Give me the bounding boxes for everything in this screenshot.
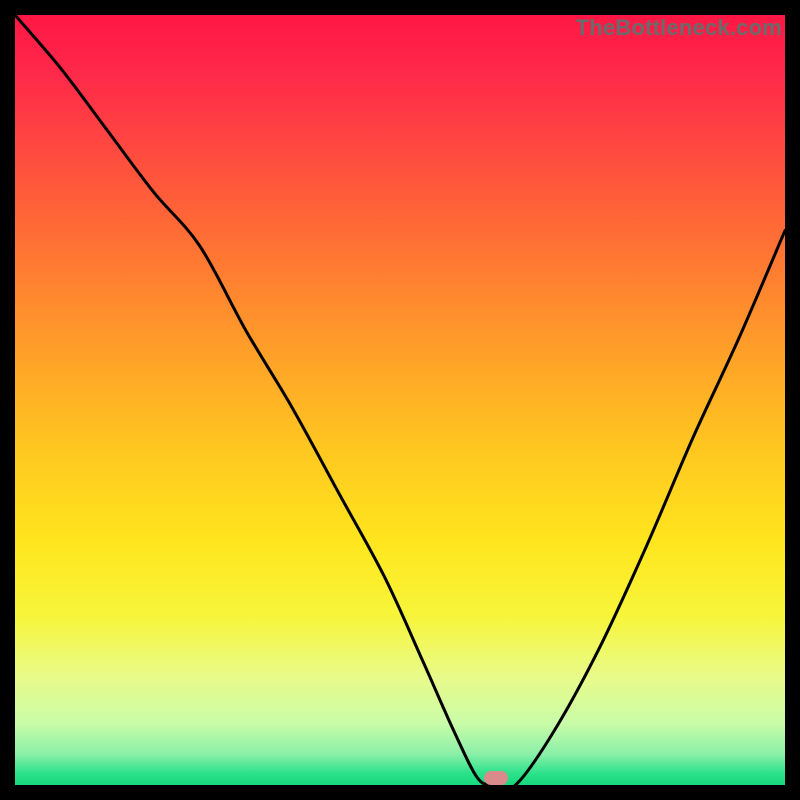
plot-area: TheBottleneck.com [15,15,785,785]
watermark-text: TheBottleneck.com [576,15,782,41]
bottleneck-curve [15,15,785,785]
optimal-point-marker [484,771,508,785]
curve-layer [15,15,785,785]
chart-frame: TheBottleneck.com [0,0,800,800]
